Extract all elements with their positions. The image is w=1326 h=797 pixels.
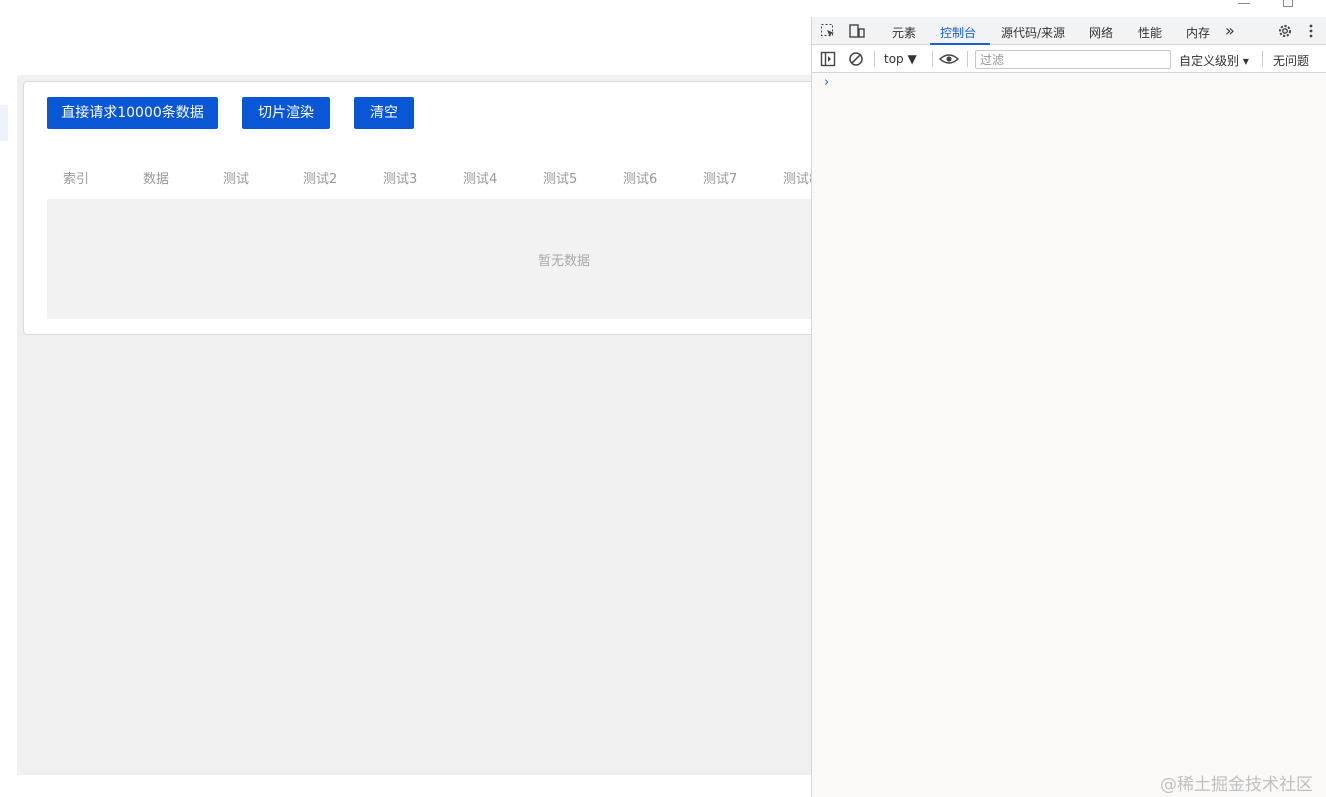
- console-toolbar: top ▼ 自定义级别 ▾ 无问题: [812, 46, 1326, 73]
- log-level-selector[interactable]: 自定义级别 ▾: [1179, 52, 1249, 69]
- tab-console[interactable]: 控制台: [940, 24, 976, 41]
- tab-performance[interactable]: 性能: [1138, 24, 1162, 41]
- live-expression-eye-icon[interactable]: [938, 51, 960, 71]
- column-header-test3: 测试3: [383, 172, 418, 187]
- tab-network[interactable]: 网络: [1089, 24, 1113, 41]
- clear-console-icon[interactable]: [848, 51, 864, 71]
- settings-gear-icon[interactable]: [1277, 23, 1293, 43]
- context-selector[interactable]: top ▼: [884, 52, 917, 66]
- empty-state-text: 暂无数据: [538, 254, 591, 269]
- more-tabs-icon[interactable]: »: [1225, 21, 1235, 40]
- table-header: 索引 数据 测试 测试2 测试3 测试4 测试5 测试6 测试7 测试8: [47, 160, 812, 192]
- more-options-icon[interactable]: [1308, 23, 1314, 43]
- toolbar-divider: [932, 51, 933, 67]
- console-prompt-caret-icon[interactable]: ›: [824, 75, 829, 90]
- column-header-test: 测试: [223, 172, 250, 187]
- column-header-index: 索引: [63, 172, 90, 187]
- inspect-element-icon[interactable]: [820, 23, 836, 43]
- issues-button[interactable]: 无问题: [1273, 52, 1309, 69]
- maximize-icon[interactable]: [1283, 0, 1293, 7]
- toolbar-divider: [874, 51, 875, 67]
- watermark: @稀土掘金技术社区: [1160, 775, 1313, 795]
- minimize-icon[interactable]: [1238, 3, 1250, 4]
- clear-button[interactable]: 清空: [354, 97, 414, 129]
- table-body-empty: [47, 199, 812, 319]
- column-header-test2: 测试2: [303, 172, 338, 187]
- console-filter-input[interactable]: [975, 50, 1171, 69]
- toolbar-divider: [967, 51, 968, 67]
- sidebar-toggle-icon[interactable]: [820, 51, 836, 71]
- device-toolbar-icon[interactable]: [848, 23, 866, 43]
- column-header-test5: 测试5: [543, 172, 578, 187]
- context-value: top: [884, 52, 904, 66]
- column-header-test8: 测试8: [783, 172, 812, 187]
- tab-memory[interactable]: 内存: [1186, 24, 1210, 41]
- tab-elements[interactable]: 元素: [892, 24, 916, 41]
- tab-sources[interactable]: 源代码/来源: [1001, 24, 1065, 41]
- toolbar-divider: [1262, 51, 1263, 67]
- active-tab-indicator: [930, 43, 990, 45]
- fetch-10000-button[interactable]: 直接请求10000条数据: [47, 97, 218, 129]
- devtools-tab-bar: 元素 控制台 源代码/来源 网络 性能 内存 »: [812, 17, 1326, 45]
- column-header-test7: 测试7: [703, 172, 738, 187]
- column-header-test4: 测试4: [463, 172, 498, 187]
- column-header-test6: 测试6: [623, 172, 658, 187]
- devtools-panel: 元素 控制台 源代码/来源 网络 性能 内存 » top ▼ 过滤 自定义级别 …: [811, 17, 1326, 797]
- slice-render-button[interactable]: 切片渲染: [242, 97, 330, 129]
- column-header-data: 数据: [143, 172, 170, 187]
- browser-window: 直接请求10000条数据 切片渲染 清空 索引 数据 测试 测试2 测试3 测试…: [0, 0, 1326, 797]
- left-nav-strip: [0, 105, 8, 141]
